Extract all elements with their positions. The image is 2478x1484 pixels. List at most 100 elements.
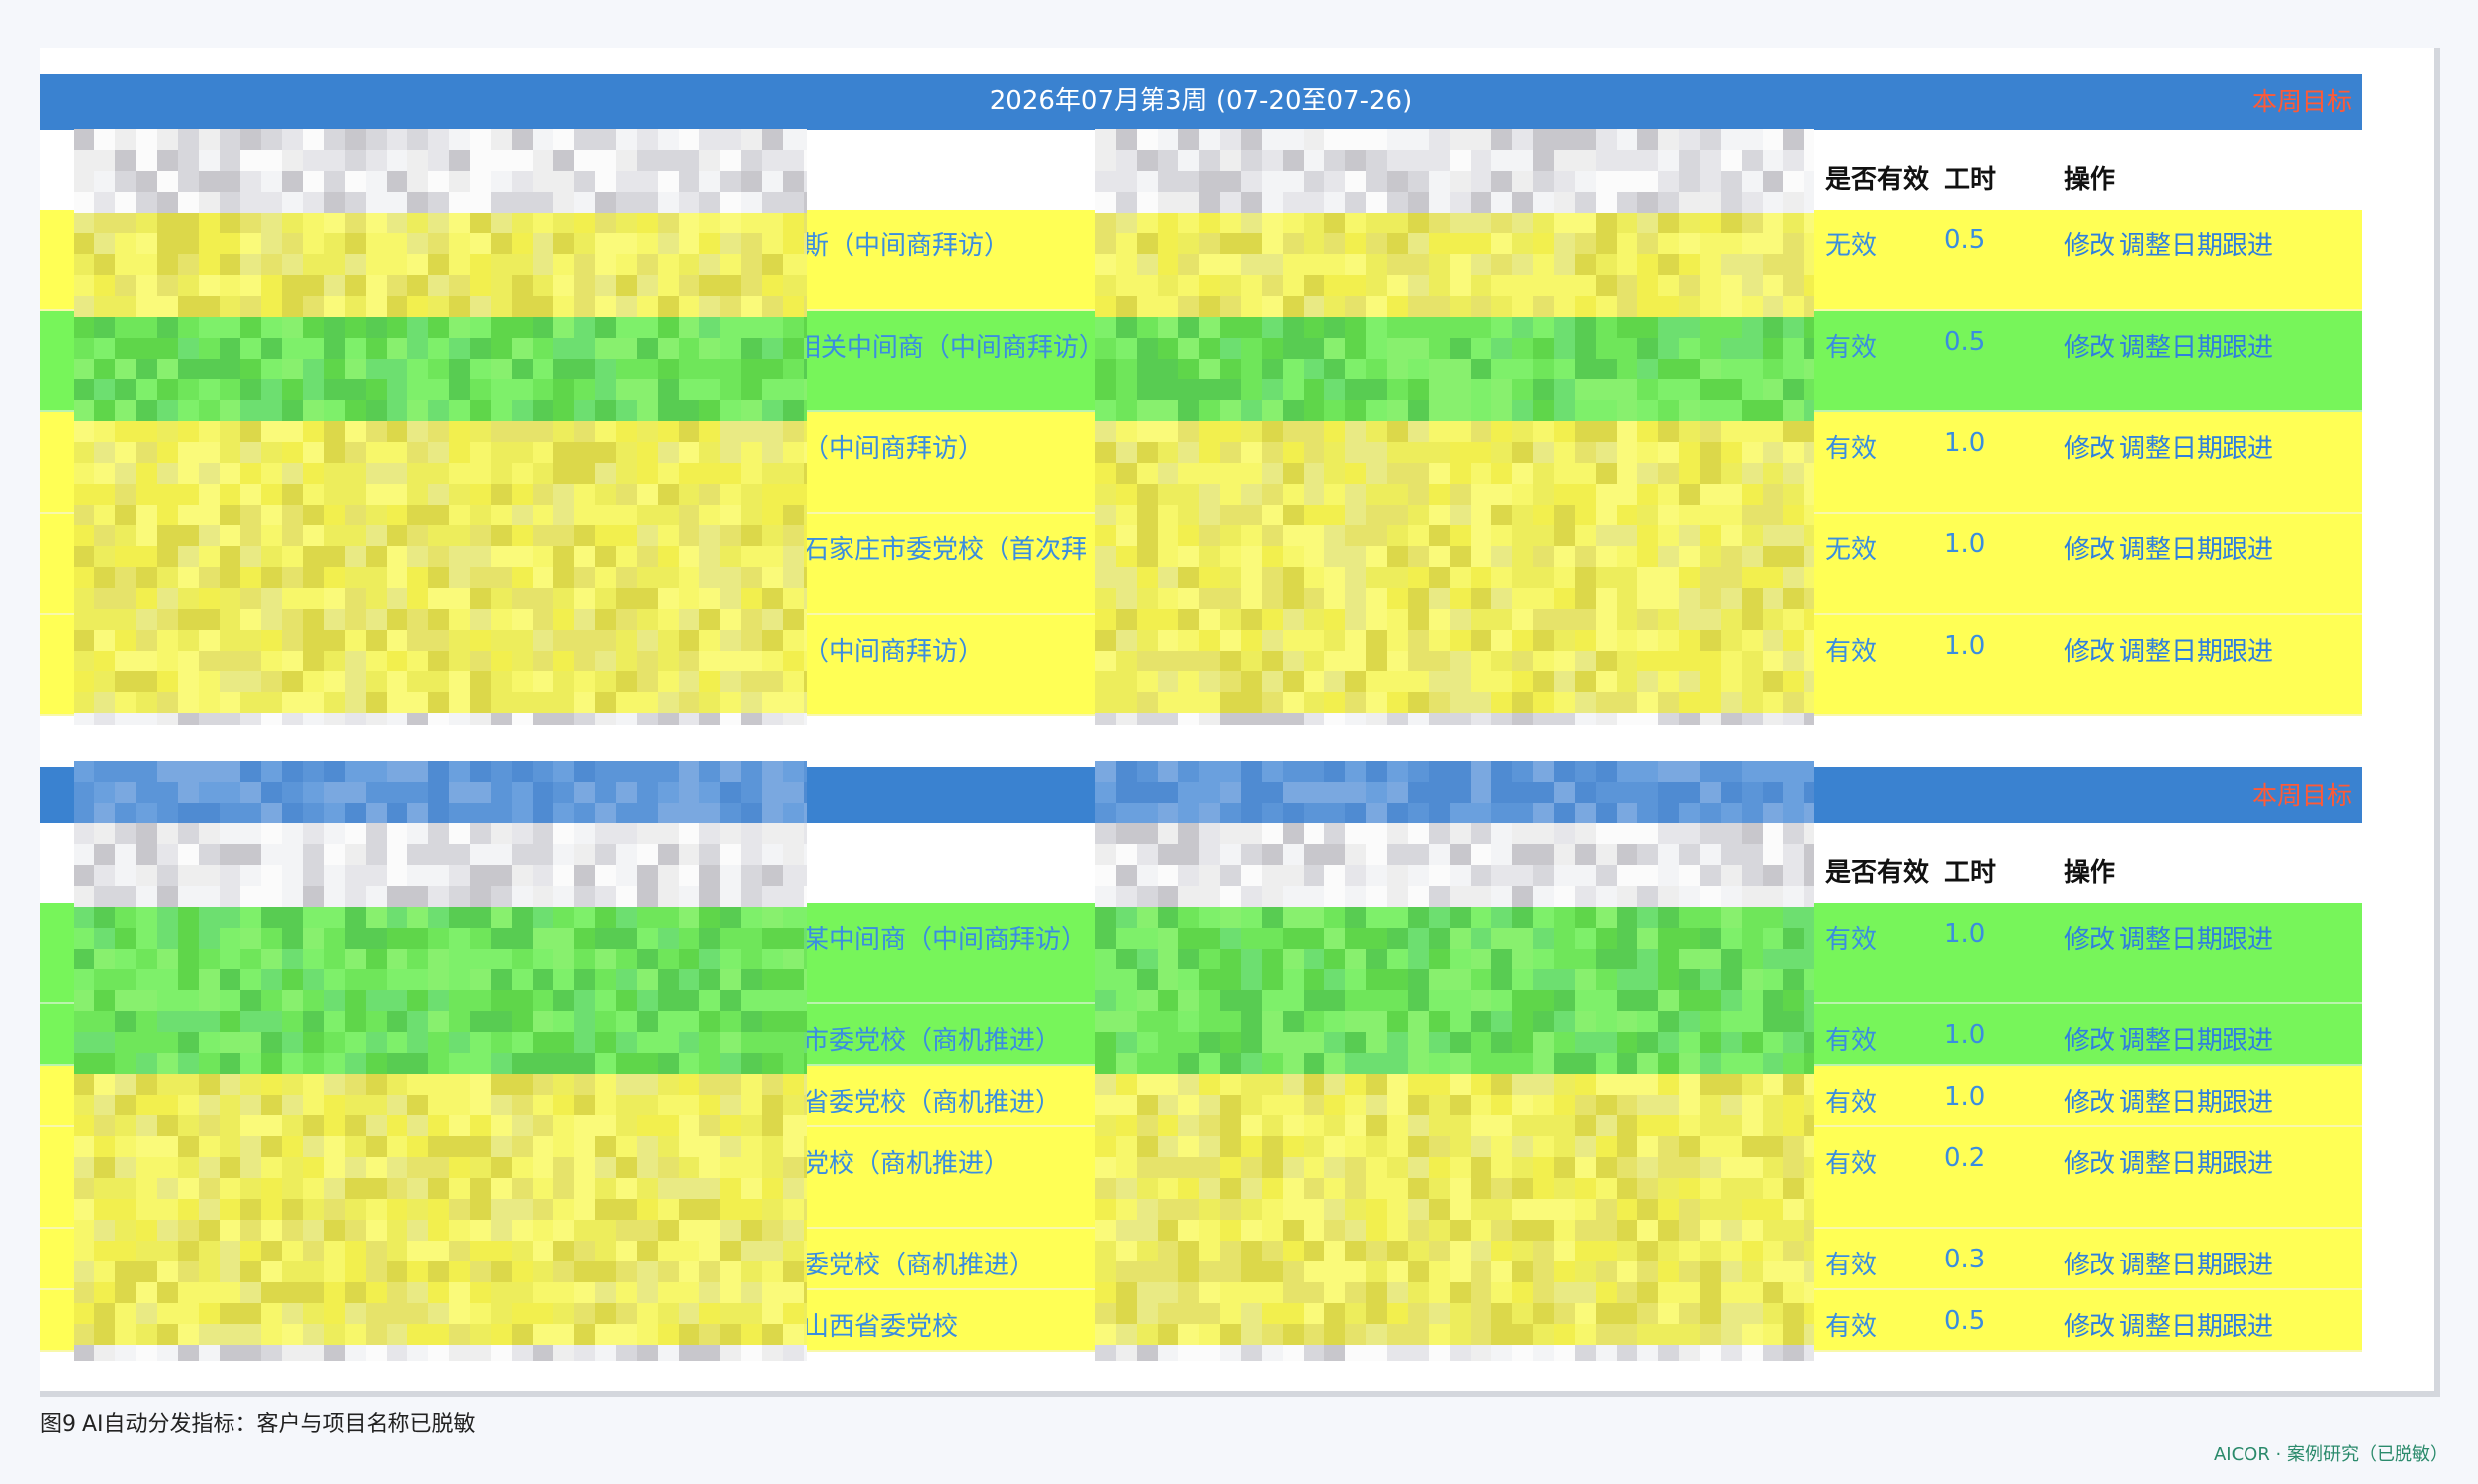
redaction-pixel xyxy=(1512,990,1533,1011)
redaction-pixel xyxy=(282,1115,303,1136)
row-topic[interactable]: 省委党校（商机推进） xyxy=(777,1245,1035,1281)
redaction-pixel xyxy=(324,844,345,865)
week-target-link[interactable]: 本周目标 xyxy=(2252,74,2352,130)
edit-link[interactable]: 修改 xyxy=(2064,1306,2115,1343)
edit-link[interactable]: 修改 xyxy=(2064,327,2115,364)
redaction-pixel xyxy=(616,254,637,275)
redaction-pixel xyxy=(1158,1303,1178,1324)
follow-link[interactable]: 跟进 xyxy=(2222,225,2273,262)
edit-link[interactable]: 修改 xyxy=(2064,631,2115,668)
edit-link[interactable]: 修改 xyxy=(2064,428,2115,465)
row-topic[interactable]: 委党校（商机推进） xyxy=(777,1143,1009,1180)
reschedule-link[interactable]: 调整日期 xyxy=(2119,428,2223,465)
row-topic[interactable]: 西省委党校（商机推进） xyxy=(777,1082,1061,1118)
redaction-pixel xyxy=(366,317,387,338)
edit-link[interactable]: 修改 xyxy=(2064,529,2115,566)
edit-link[interactable]: 修改 xyxy=(2064,1143,2115,1180)
follow-link[interactable]: 跟进 xyxy=(2222,1020,2273,1057)
follow-link[interactable]: 跟进 xyxy=(2222,428,2273,465)
redaction-pixel xyxy=(157,1178,178,1199)
follow-link[interactable]: 跟进 xyxy=(2222,1143,2273,1180)
week-target-link[interactable]: 本周目标 xyxy=(2252,767,2352,823)
redaction-pixel xyxy=(1617,171,1637,192)
redaction-pixel xyxy=(616,525,637,546)
redaction-pixel xyxy=(1262,254,1283,275)
redaction-pixel xyxy=(637,275,658,296)
row-topic[interactable]: 坊某中间商（中间商拜访） xyxy=(777,919,1087,956)
follow-link[interactable]: 跟进 xyxy=(2222,529,2273,566)
redaction-pixel xyxy=(1596,907,1617,928)
reschedule-link[interactable]: 调整日期 xyxy=(2119,1143,2223,1180)
redaction-pixel xyxy=(574,1011,595,1032)
follow-link[interactable]: 跟进 xyxy=(2222,327,2273,364)
follow-link[interactable]: 跟进 xyxy=(2222,919,2273,956)
follow-link[interactable]: 跟进 xyxy=(2222,1306,2273,1343)
edit-link[interactable]: 修改 xyxy=(2064,1082,2115,1118)
redaction-pixel xyxy=(741,317,762,338)
reschedule-link[interactable]: 调整日期 xyxy=(2119,225,2223,262)
redaction-pixel xyxy=(1304,254,1324,275)
redaction-pixel xyxy=(762,546,783,567)
row-topic[interactable]: 坊市委党校（商机推进） xyxy=(777,1020,1061,1057)
redaction-pixel xyxy=(1262,213,1283,233)
redaction-pixel xyxy=(240,671,261,692)
redaction-pixel xyxy=(387,171,407,192)
redaction-pixel xyxy=(741,546,762,567)
reschedule-link[interactable]: 调整日期 xyxy=(2119,1020,2223,1057)
redaction-pixel xyxy=(1763,296,1783,317)
edit-link[interactable]: 修改 xyxy=(2064,1020,2115,1057)
redaction-pixel xyxy=(345,907,366,928)
redaction-pixel xyxy=(1658,442,1679,463)
edit-link[interactable]: 修改 xyxy=(2064,919,2115,956)
redaction-pixel xyxy=(178,1199,199,1220)
redaction-pixel xyxy=(1304,1095,1324,1115)
follow-link[interactable]: 跟进 xyxy=(2222,631,2273,668)
redaction-pixel xyxy=(491,844,512,865)
edit-link[interactable]: 修改 xyxy=(2064,225,2115,262)
row-topic[interactable]: B相关中间商（中间商拜访） xyxy=(777,327,1105,364)
follow-link[interactable]: 跟进 xyxy=(2222,1082,2273,1118)
redaction-pixel xyxy=(94,150,115,171)
redaction-pixel xyxy=(240,275,261,296)
reschedule-link[interactable]: 调整日期 xyxy=(2119,1245,2223,1281)
row-topic[interactable]: 通（中间商拜访） xyxy=(777,631,984,668)
row-topic[interactable]: 共石家庄市委党校（首次拜 xyxy=(777,529,1087,566)
redaction-pixel xyxy=(491,359,512,379)
reschedule-link[interactable]: 调整日期 xyxy=(2119,919,2223,956)
redaction-pixel xyxy=(1742,990,1763,1011)
redaction-pixel xyxy=(1742,1324,1763,1345)
redaction-pixel xyxy=(1721,1324,1742,1345)
redaction-pixel xyxy=(1220,1241,1241,1261)
edit-link[interactable]: 修改 xyxy=(2064,1245,2115,1281)
redaction-pixel xyxy=(1366,296,1387,317)
redaction-pixel xyxy=(1804,692,1814,713)
redaction-pixel xyxy=(1742,1157,1763,1178)
redaction-pixel xyxy=(1783,1261,1804,1282)
redaction-pixel xyxy=(240,379,261,400)
redaction-pixel xyxy=(1554,803,1575,823)
redaction-pixel xyxy=(345,969,366,990)
redaction-pixel xyxy=(428,761,449,782)
redaction-pixel xyxy=(1220,254,1241,275)
reschedule-link[interactable]: 调整日期 xyxy=(2119,1306,2223,1343)
row-topic[interactable]: 力斯（中间商拜访） xyxy=(777,225,1009,262)
redaction-pixel xyxy=(1637,1282,1658,1303)
redaction-pixel xyxy=(178,671,199,692)
redaction-pixel xyxy=(1471,1199,1491,1220)
redaction-pixel xyxy=(1158,1032,1178,1053)
redaction-pixel xyxy=(1450,609,1471,630)
redaction-pixel xyxy=(720,525,741,546)
redaction-pixel xyxy=(1387,129,1408,150)
redaction-pixel xyxy=(1763,844,1783,865)
row-topic[interactable]: 二（中间商拜访） xyxy=(777,428,984,465)
reschedule-link[interactable]: 调整日期 xyxy=(2119,529,2223,566)
row-hours: 0.2 xyxy=(1944,1143,1986,1173)
reschedule-link[interactable]: 调整日期 xyxy=(2119,327,2223,364)
reschedule-link[interactable]: 调整日期 xyxy=(2119,631,2223,668)
redaction-pixel xyxy=(74,1303,94,1324)
redaction-pixel xyxy=(804,484,807,505)
redaction-pixel xyxy=(1596,949,1617,969)
follow-link[interactable]: 跟进 xyxy=(2222,1245,2273,1281)
redaction-pixel xyxy=(595,505,616,525)
reschedule-link[interactable]: 调整日期 xyxy=(2119,1082,2223,1118)
